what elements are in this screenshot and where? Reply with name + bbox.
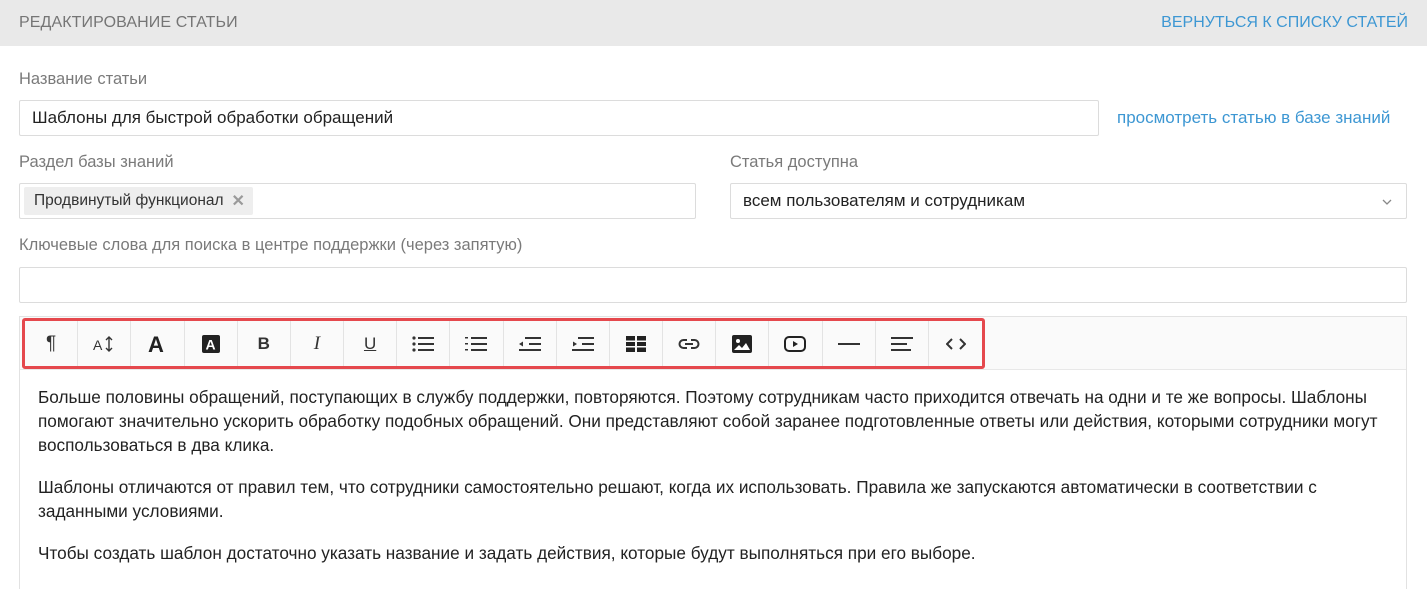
remove-tag-icon[interactable]: ✕ xyxy=(232,191,245,211)
bullet-list-button[interactable] xyxy=(397,321,451,366)
image-icon xyxy=(732,334,753,353)
back-to-articles-link[interactable]: ВЕРНУТЬСЯ К СПИСКУ СТАТЕЙ xyxy=(1161,14,1408,32)
editor-content[interactable]: Больше половины обращений, поступающих в… xyxy=(38,385,1398,583)
keywords-label: Ключевые слова для поиска в центре подде… xyxy=(19,236,523,254)
section-label: Раздел базы знаний xyxy=(19,153,174,171)
code-button[interactable] xyxy=(929,321,982,366)
font-size-icon: A xyxy=(93,335,113,353)
italic-button[interactable]: I xyxy=(291,321,345,366)
article-title-label: Название статьи xyxy=(19,70,148,88)
numbered-list-icon xyxy=(465,336,488,351)
outdent-button[interactable] xyxy=(504,321,557,366)
italic-icon: I xyxy=(313,332,321,354)
keywords-input[interactable] xyxy=(19,267,1407,303)
underline-button[interactable]: U xyxy=(344,321,398,366)
editor-toolbar: ¶ A A A B I U xyxy=(22,318,985,369)
numbered-list-button[interactable] xyxy=(450,321,504,366)
background-color-icon: A xyxy=(201,334,220,353)
svg-text:A: A xyxy=(148,334,164,354)
code-icon xyxy=(945,337,966,350)
font-size-button[interactable]: A xyxy=(78,321,132,366)
article-editor[interactable]: ¶ A A A B I U Больше половины обращений,… xyxy=(19,316,1407,589)
access-select[interactable]: всем пользователям и сотрудникам xyxy=(730,183,1407,219)
svg-text:A: A xyxy=(205,336,215,352)
paragraph-button[interactable]: ¶ xyxy=(25,321,79,366)
view-article-link[interactable]: просмотреть статью в базе знаний xyxy=(1117,108,1390,128)
article-title-value: Шаблоны для быстрой обработки обращений xyxy=(32,108,394,127)
page-title: РЕДАКТИРОВАНИЕ СТАТЬИ xyxy=(19,14,238,31)
link-icon xyxy=(678,338,700,349)
align-icon xyxy=(890,336,913,351)
section-select[interactable]: Продвинутый функционал ✕ xyxy=(19,183,696,219)
outdent-icon xyxy=(518,336,541,351)
indent-icon xyxy=(571,336,594,351)
content-paragraph: Шаблоны отличаются от правил тем, что со… xyxy=(38,477,1317,521)
bold-icon: B xyxy=(257,333,270,353)
align-button[interactable] xyxy=(876,321,929,366)
article-title-input[interactable]: Шаблоны для быстрой обработки обращений xyxy=(19,100,1099,136)
chevron-down-icon xyxy=(1382,199,1392,205)
background-color-button[interactable]: A xyxy=(185,321,238,366)
video-button[interactable] xyxy=(769,321,823,366)
indent-button[interactable] xyxy=(557,321,610,366)
bullet-list-icon xyxy=(412,335,435,352)
video-icon xyxy=(784,335,807,352)
horizontal-rule-icon xyxy=(837,342,860,345)
link-button[interactable] xyxy=(663,321,717,366)
section-tag: Продвинутый функционал ✕ xyxy=(24,187,253,215)
bold-button[interactable]: B xyxy=(238,321,291,366)
access-value: всем пользователям и сотрудникам xyxy=(743,191,1026,210)
horizontal-rule-button[interactable] xyxy=(823,321,876,366)
font-color-button[interactable]: A xyxy=(131,321,185,366)
access-label: Статья доступна xyxy=(730,153,859,171)
table-icon xyxy=(625,335,646,352)
page-header: РЕДАКТИРОВАНИЕ СТАТЬИ ВЕРНУТЬСЯ К СПИСКУ… xyxy=(0,0,1427,46)
image-button[interactable] xyxy=(716,321,770,366)
font-color-icon: A xyxy=(148,334,164,354)
paragraph-icon: ¶ xyxy=(45,332,57,354)
section-tag-label: Продвинутый функционал xyxy=(34,192,224,209)
table-button[interactable] xyxy=(610,321,664,366)
content-paragraph: Больше половины обращений, поступающих в… xyxy=(38,387,1378,455)
underline-icon: U xyxy=(363,333,377,353)
content-paragraph: Чтобы создать шаблон достаточно указать … xyxy=(38,543,976,563)
svg-text:A: A xyxy=(93,337,103,353)
